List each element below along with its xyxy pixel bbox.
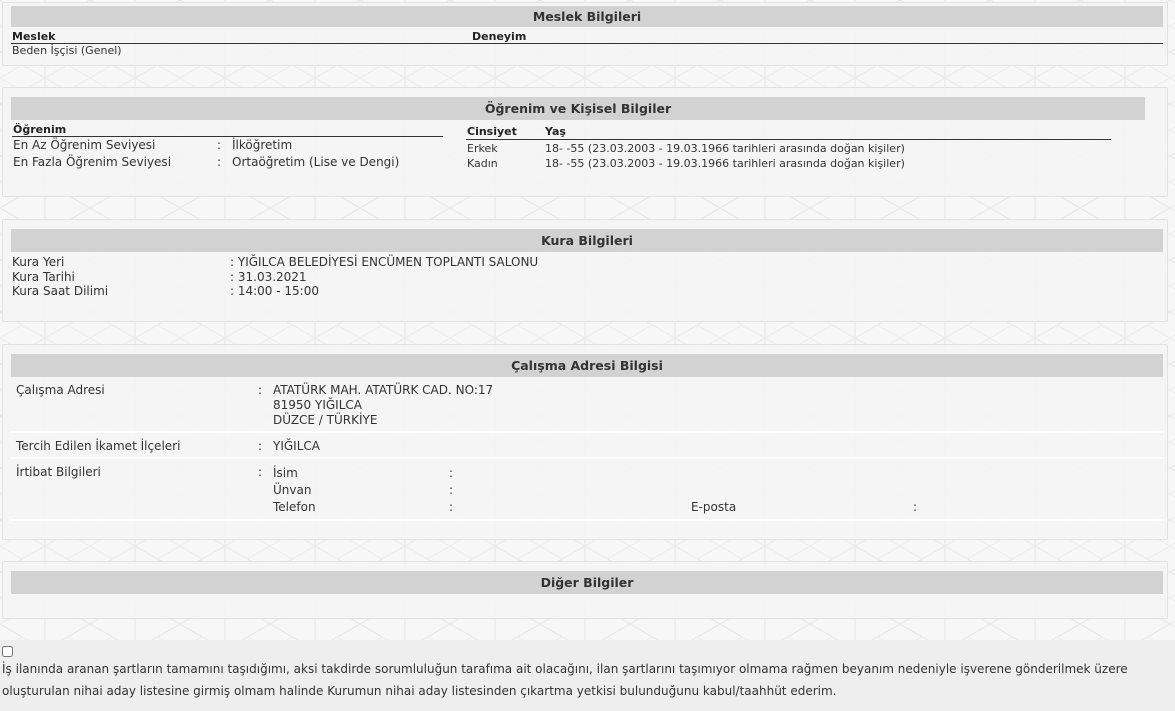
unvan-sep: : [449,483,454,497]
eposta-label: E-posta [691,500,737,514]
kisisel-header-rule [466,139,1111,140]
cinsiyet-column-header: Cinsiyet [467,125,517,138]
en-az-ogrenim-value: İlköğretim [232,138,293,152]
row-divider [11,457,1163,459]
tercih-ilce-sep: : [258,439,263,453]
eposta-sep: : [913,500,918,514]
calisma-adresi-line-3: DÜZCE / TÜRKİYE [273,413,378,427]
en-az-ogrenim-label: En Az Öğrenim Seviyesi [13,138,156,152]
irtibat-sep: : [258,465,263,479]
telefon-label: Telefon [273,500,316,514]
adres-title: Çalışma Adresi Bilgisi [11,354,1163,377]
row-divider [11,519,1163,521]
yas-kadin: 18- -55 (23.03.2003 - 19.03.1966 tarihle… [545,157,905,170]
cinsiyet-erkek: Erkek [467,142,498,155]
meslek-value: Beden İşçisi (Genel) [12,44,122,57]
kura-tarihi-value: : 31.03.2021 [230,270,307,284]
en-az-ogrenim-sep: : [217,138,222,152]
diger-panel: Diğer Bilgiler [2,561,1168,619]
meslek-header-rule [11,43,1163,44]
row-divider [11,431,1163,433]
isim-label: İsim [273,466,298,480]
declaration-section: İş ilanında aranan şartların tamamını ta… [0,640,1175,711]
isim-sep: : [449,466,454,480]
unvan-label: Ünvan [273,483,312,497]
meslek-panel: Meslek Bilgileri Meslek Deneyim Beden İş… [2,2,1168,66]
kura-tarihi-label: Kura Tarihi [12,270,75,284]
en-fazla-ogrenim-label: En Fazla Öğrenim Seviyesi [13,155,172,169]
yas-column-header: Yaş [545,125,566,138]
ogrenim-header-rule [12,136,443,137]
adres-panel: Çalışma Adresi Bilgisi Çalışma Adresi : … [2,344,1168,540]
en-fazla-ogrenim-sep: : [217,155,222,169]
cinsiyet-kadin: Kadın [467,157,498,170]
kura-panel: Kura Bilgileri Kura Yeri : YIĞILCA BELED… [2,219,1168,322]
telefon-sep: : [449,500,454,514]
kura-saat-label: Kura Saat Dilimi [12,284,109,298]
calisma-adresi-line-2: 81950 YIĞILCA [273,398,362,412]
kura-title: Kura Bilgileri [11,229,1163,252]
irtibat-label: İrtibat Bilgileri [16,465,101,479]
ogrenim-column-header: Öğrenim [13,123,67,136]
deneyim-column-header: Deneyim [472,30,527,43]
tercih-ilce-label: Tercih Edilen İkamet İlçeleri [16,439,181,453]
kura-saat-value: : 14:00 - 15:00 [230,284,319,298]
kura-yeri-value: : YIĞILCA BELEDİYESİ ENCÜMEN TOPLANTI SA… [230,255,539,269]
calisma-adresi-label: Çalışma Adresi [16,383,105,397]
ogrenim-panel: Öğrenim ve Kişisel Bilgiler Öğrenim En A… [2,87,1168,197]
meslek-title: Meslek Bilgileri [11,6,1163,27]
ogrenim-title: Öğrenim ve Kişisel Bilgiler [11,97,1145,120]
yas-erkek: 18- -55 (23.03.2003 - 19.03.1966 tarihle… [545,142,905,155]
tercih-ilce-value: YIĞILCA [273,439,320,453]
declaration-checkbox[interactable] [2,646,13,657]
meslek-column-header: Meslek [12,30,56,43]
calisma-adresi-line-1: ATATÜRK MAH. ATATÜRK CAD. NO:17 [273,383,494,397]
diger-title: Diğer Bilgiler [11,571,1163,594]
kura-yeri-label: Kura Yeri [12,255,65,269]
en-fazla-ogrenim-value: Ortaöğretim (Lise ve Dengi) [232,155,400,169]
calisma-adresi-sep: : [258,383,263,397]
declaration-text: İş ilanında aranan şartların tamamını ta… [2,662,1128,698]
